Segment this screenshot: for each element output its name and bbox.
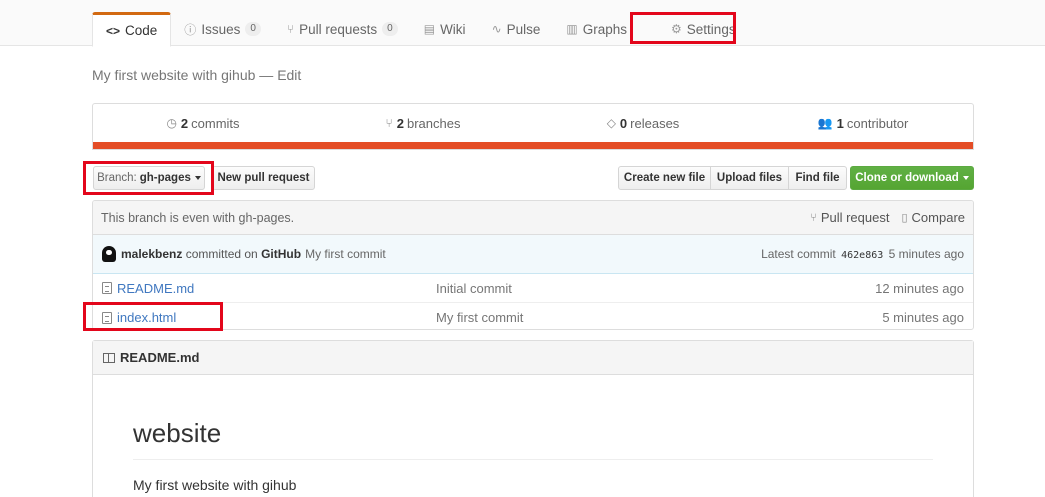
file-name-cell: index.html bbox=[93, 310, 436, 325]
file-navigation: This branch is even with gh-pages. ⑂ Pul… bbox=[92, 200, 974, 330]
history-icon: ◷ bbox=[166, 116, 177, 130]
releases-link[interactable]: ◇ 0 releases bbox=[533, 104, 753, 142]
summary-row: ◷ 2 commits ⑂ 2 branches ◇ 0 releases 👥 … bbox=[93, 104, 973, 142]
commits-link[interactable]: ◷ 2 commits bbox=[93, 104, 313, 142]
branch-actions: ⑂ Pull request ▯ Compare bbox=[810, 210, 965, 225]
tab-pull-requests[interactable]: ⑂ Pull requests 0 bbox=[274, 12, 411, 46]
organization-icon: 👥 bbox=[817, 116, 833, 130]
pull-request-icon: ⑂ bbox=[810, 211, 817, 224]
tag-icon: ◇ bbox=[606, 116, 616, 130]
readme-text: My first website with gihub bbox=[133, 477, 297, 493]
branches-link[interactable]: ⑂ 2 branches bbox=[313, 104, 533, 142]
branch-infobar: This branch is even with gh-pages. ⑂ Pul… bbox=[93, 201, 973, 235]
readme-panel: README.md website My first website with … bbox=[92, 340, 974, 497]
pull-request-link[interactable]: ⑂ Pull request bbox=[810, 210, 889, 225]
chevron-down-icon bbox=[194, 176, 201, 180]
graph-icon: ▥ bbox=[566, 22, 578, 36]
commit-author[interactable]: malekbenz bbox=[121, 247, 182, 261]
tab-settings[interactable]: ⚙ Settings bbox=[658, 12, 749, 46]
tab-settings-label: Settings bbox=[686, 21, 736, 37]
file-age: 5 minutes ago bbox=[882, 310, 964, 325]
find-file-button[interactable]: Find file bbox=[788, 166, 847, 190]
contributors-label: contributor bbox=[846, 115, 909, 131]
tab-graphs[interactable]: ▥ Graphs bbox=[553, 12, 640, 46]
tab-wiki[interactable]: ▤ Wiki bbox=[411, 12, 479, 46]
compare-link[interactable]: ▯ Compare bbox=[901, 210, 965, 225]
tab-pulse-label: Pulse bbox=[506, 21, 541, 37]
edit-description-link[interactable]: Edit bbox=[277, 67, 301, 83]
upload-files-button[interactable]: Upload files bbox=[710, 166, 789, 190]
file-age: 12 minutes ago bbox=[875, 280, 964, 296]
tab-wiki-label: Wiki bbox=[440, 21, 466, 37]
pull-request-icon: ⑂ bbox=[286, 22, 295, 36]
commit-action-text: committed on bbox=[185, 247, 258, 261]
avatar[interactable] bbox=[102, 246, 116, 262]
branches-count: 2 bbox=[396, 115, 404, 131]
commit-sha[interactable]: 462e863 bbox=[841, 250, 883, 261]
code-icon: <> bbox=[106, 23, 121, 38]
file-commit-message[interactable]: Initial commit bbox=[436, 281, 875, 296]
file-link-readme[interactable]: README.md bbox=[117, 281, 194, 296]
table-row: README.md Initial commit 12 minutes ago bbox=[93, 274, 973, 303]
commit-age: 5 minutes ago bbox=[888, 247, 964, 261]
file-icon bbox=[102, 282, 112, 294]
file-commit-message[interactable]: My first commit bbox=[436, 310, 882, 325]
branch-prefix: Branch: bbox=[97, 172, 137, 184]
latest-commit-row: malekbenz committed on GitHub My first c… bbox=[93, 235, 973, 274]
contributors-count: 1 bbox=[836, 115, 844, 131]
repo-nav: <> Code ⓘ Issues 0 ⑂ Pull requests 0 ▤ W… bbox=[0, 0, 1045, 47]
repo-description-text: My first website with gihub bbox=[92, 67, 256, 83]
issue-icon: ⓘ bbox=[184, 22, 197, 37]
commit-platform: GitHub bbox=[261, 247, 302, 261]
gear-icon: ⚙ bbox=[671, 22, 682, 36]
branch-icon: ⑂ bbox=[385, 116, 393, 130]
repo-description: My first website with gihub — Edit bbox=[92, 67, 301, 83]
file-link-index[interactable]: index.html bbox=[117, 310, 176, 325]
chevron-down-icon bbox=[962, 176, 969, 180]
tab-code-label: Code bbox=[125, 23, 158, 38]
pull-requests-counter: 0 bbox=[382, 22, 398, 36]
compare-link-label: Compare bbox=[911, 210, 965, 225]
file-icon bbox=[102, 311, 112, 324]
readme-filename: README.md bbox=[120, 350, 200, 365]
repo-tabs: <> Code ⓘ Issues 0 ⑂ Pull requests 0 ▤ W… bbox=[92, 12, 749, 47]
create-new-file-button[interactable]: Create new file bbox=[618, 166, 711, 190]
commits-label: commits bbox=[191, 115, 240, 131]
releases-label: releases bbox=[630, 115, 680, 131]
clone-or-download-label: Clone or download bbox=[855, 172, 959, 184]
latest-commit-label: Latest commit bbox=[761, 247, 836, 261]
tab-graphs-label: Graphs bbox=[582, 21, 628, 37]
commits-count: 2 bbox=[180, 115, 189, 131]
clone-or-download-button[interactable]: Clone or download bbox=[850, 166, 974, 190]
language-bar[interactable] bbox=[93, 142, 973, 149]
file-name-cell: README.md bbox=[93, 281, 436, 296]
pulse-icon: ∿ bbox=[491, 22, 502, 36]
book-icon bbox=[103, 352, 115, 363]
tab-pulse[interactable]: ∿ Pulse bbox=[479, 12, 554, 46]
pull-request-link-label: Pull request bbox=[820, 210, 890, 225]
file-actions-group: Create new file Upload files Find file bbox=[618, 166, 847, 190]
branch-select-button[interactable]: Branch: gh-pages bbox=[93, 166, 205, 190]
latest-commit-info: Latest commit 462e863 5 minutes ago bbox=[761, 247, 964, 261]
branches-label: branches bbox=[406, 115, 461, 131]
tab-issues[interactable]: ⓘ Issues 0 bbox=[171, 12, 274, 46]
numbers-summary: ◷ 2 commits ⑂ 2 branches ◇ 0 releases 👥 … bbox=[92, 103, 974, 150]
tab-issues-label: Issues bbox=[201, 21, 241, 37]
description-separator: — bbox=[259, 67, 278, 83]
new-pull-request-button[interactable]: New pull request bbox=[212, 166, 315, 190]
commit-message[interactable]: My first commit bbox=[305, 247, 386, 261]
releases-count: 0 bbox=[619, 115, 628, 131]
contributors-link[interactable]: 👥 1 contributor bbox=[753, 104, 973, 142]
book-icon: ▤ bbox=[423, 22, 436, 36]
readme-header: README.md bbox=[93, 341, 973, 375]
readme-heading: website bbox=[133, 417, 933, 460]
branch-name: gh-pages bbox=[139, 172, 191, 184]
branch-status-text: This branch is even with gh-pages. bbox=[101, 210, 295, 225]
issues-counter: 0 bbox=[245, 22, 261, 36]
tab-code[interactable]: <> Code bbox=[92, 12, 172, 47]
diff-icon: ▯ bbox=[901, 212, 908, 224]
readme-content: website My first website with gihub bbox=[93, 375, 973, 493]
tab-pull-requests-label: Pull requests bbox=[299, 21, 378, 37]
table-row: index.html My first commit 5 minutes ago bbox=[93, 303, 973, 329]
